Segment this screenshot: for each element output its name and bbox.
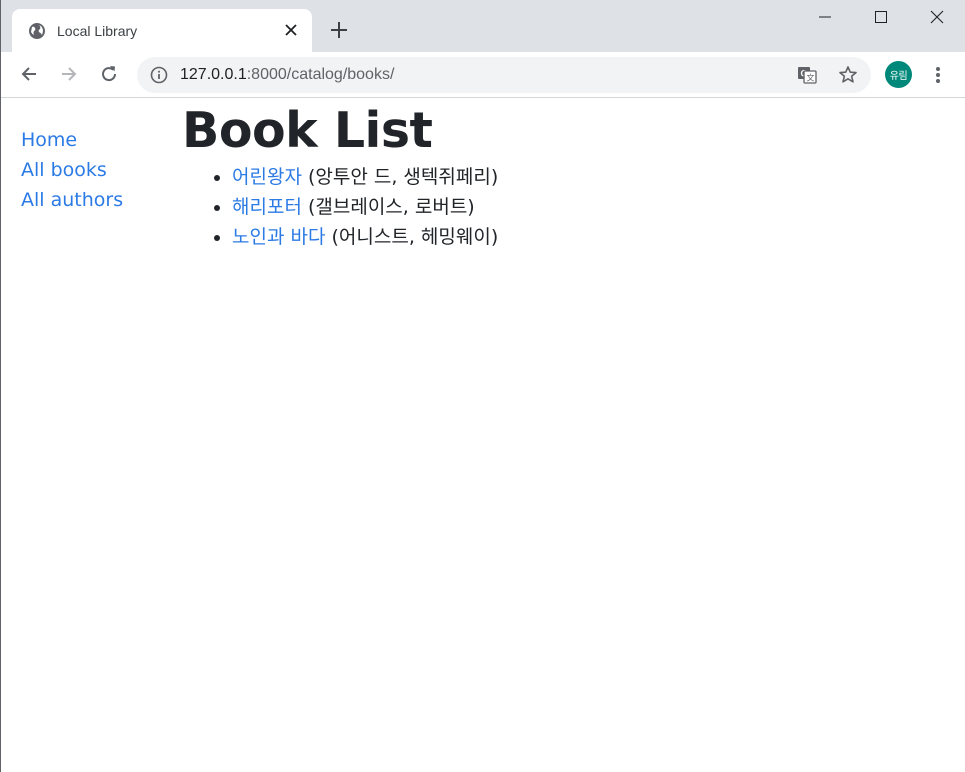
book-author: (앙투안 드, 생텍쥐페리) xyxy=(307,166,499,188)
translate-icon[interactable]: G 文 xyxy=(797,65,817,85)
back-arrow-icon xyxy=(21,67,36,81)
maximize-icon xyxy=(875,11,887,23)
window-close-icon xyxy=(930,10,944,24)
sidebar-link-all-authors[interactable]: All authors xyxy=(21,185,123,215)
list-item: 해리포터 (갤브레이스, 로버트) xyxy=(232,192,498,222)
book-title-link[interactable]: 노인과 바다 xyxy=(232,226,325,248)
back-button[interactable] xyxy=(17,62,41,86)
main-content: Book List 어린왕자 (앙투안 드, 생텍쥐페리) 해리포터 (갤브레이… xyxy=(182,98,498,252)
book-title-link[interactable]: 해리포터 xyxy=(232,196,302,218)
info-icon[interactable] xyxy=(150,66,168,84)
close-icon[interactable] xyxy=(282,21,300,39)
globe-icon xyxy=(29,23,45,39)
page-content: Home All books All authors Book List 어린왕… xyxy=(2,98,965,772)
sidebar-link-all-books[interactable]: All books xyxy=(21,155,123,185)
page-title: Book List xyxy=(182,102,433,159)
window-close-button[interactable] xyxy=(909,0,965,34)
browser-toolbar: 127.0.0.1:8000/catalog/books/ G 文 유림 xyxy=(1,52,965,98)
address-bar[interactable]: 127.0.0.1:8000/catalog/books/ G 文 xyxy=(137,57,871,93)
book-author: (어니스트, 헤밍웨이) xyxy=(331,226,499,248)
reload-button[interactable] xyxy=(97,62,121,86)
sidebar-nav: Home All books All authors xyxy=(21,125,123,215)
browser-window: Local Library 127.0.0.1:8000/catalog/boo… xyxy=(0,0,965,772)
url-host: 127.0.0.1 xyxy=(180,66,247,83)
star-icon[interactable] xyxy=(838,65,858,85)
maximize-button[interactable] xyxy=(853,0,909,34)
list-item: 노인과 바다 (어니스트, 헤밍웨이) xyxy=(232,222,498,252)
book-list: 어린왕자 (앙투안 드, 생텍쥐페리) 해리포터 (갤브레이스, 로버트) 노인… xyxy=(182,162,498,252)
browser-tab[interactable]: Local Library xyxy=(12,9,312,52)
reload-icon xyxy=(102,66,117,82)
forward-button[interactable] xyxy=(57,62,81,86)
list-item: 어린왕자 (앙투안 드, 생텍쥐페리) xyxy=(232,162,498,192)
minimize-button[interactable] xyxy=(797,0,853,34)
tab-strip: Local Library xyxy=(1,0,965,52)
url-text[interactable]: 127.0.0.1:8000/catalog/books/ xyxy=(180,65,394,85)
profile-avatar[interactable]: 유림 xyxy=(885,61,912,88)
book-title-link[interactable]: 어린왕자 xyxy=(232,166,302,188)
sidebar-link-home[interactable]: Home xyxy=(21,125,123,155)
plus-icon[interactable] xyxy=(328,19,350,41)
svg-text:文: 文 xyxy=(807,73,815,83)
kebab-menu-icon[interactable] xyxy=(929,63,947,87)
tab-title: Local Library xyxy=(57,23,138,39)
book-author: (갤브레이스, 로버트) xyxy=(307,196,475,218)
forward-arrow-icon xyxy=(62,67,77,81)
minimize-icon xyxy=(819,16,831,18)
url-path: :8000/catalog/books/ xyxy=(246,66,395,83)
